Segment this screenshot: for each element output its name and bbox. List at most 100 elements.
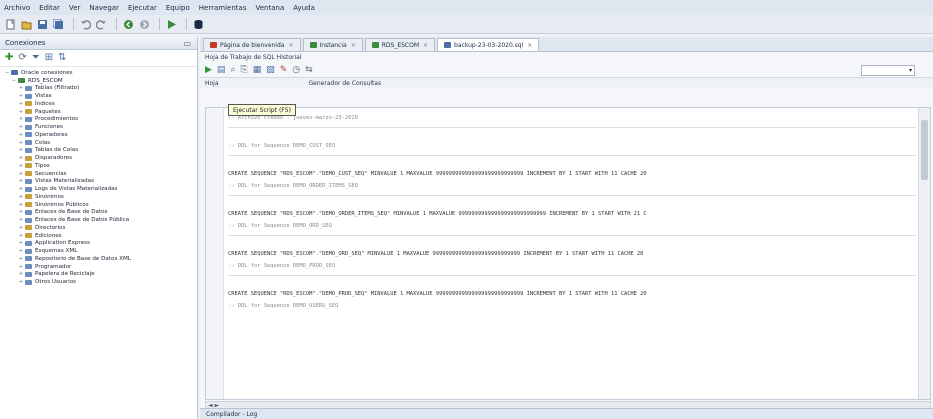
sync-icon[interactable]: ⇅ <box>58 53 66 63</box>
tree-node[interactable]: + Vistas Materializadas <box>0 178 197 186</box>
tree-node[interactable]: + Operadores <box>0 131 197 139</box>
tree-node[interactable]: + Esquemas XML <box>0 247 197 255</box>
menu-item-1[interactable]: Editar <box>39 4 60 12</box>
tree-expander-icon[interactable]: + <box>18 132 24 138</box>
refresh-icon[interactable]: ⟳ <box>18 53 26 63</box>
tree-expander-icon[interactable]: − <box>4 70 10 76</box>
autotrace-icon[interactable]: ⎘ <box>240 65 247 75</box>
tree-node[interactable]: + Paquetes <box>0 108 197 116</box>
tree-expander-icon[interactable]: + <box>18 178 24 184</box>
tree-expander-icon[interactable]: + <box>18 225 24 231</box>
close-icon[interactable]: × <box>351 42 356 49</box>
clear-icon[interactable]: ✎ <box>280 65 288 75</box>
tree-expander-icon[interactable]: + <box>18 271 24 277</box>
undo-icon[interactable] <box>79 18 91 30</box>
subtab-worksheet[interactable]: Hoja <box>205 80 219 87</box>
save-all-icon[interactable] <box>52 18 64 30</box>
explain-icon[interactable]: ⌕ <box>230 65 235 75</box>
menu-item-7[interactable]: Ventana <box>255 4 284 12</box>
tree-node[interactable]: + Sinónimos <box>0 193 197 201</box>
filter-icon[interactable]: ⏷ <box>32 53 40 63</box>
new-icon[interactable] <box>4 18 16 30</box>
tree-node[interactable]: + Funciones <box>0 123 197 131</box>
tree-expander-icon[interactable]: + <box>18 171 24 177</box>
code-content[interactable]: -- Archivo creado - jueves-marzo-23-2020… <box>228 112 916 312</box>
menu-item-2[interactable]: Ver <box>69 4 80 12</box>
open-icon[interactable] <box>20 18 32 30</box>
tree-expander-icon[interactable]: + <box>18 186 24 192</box>
tree-node[interactable]: + Enlaces de Base de Datos Pública <box>0 216 197 224</box>
back-icon[interactable] <box>122 18 134 30</box>
close-icon[interactable]: × <box>288 42 293 49</box>
close-icon[interactable]: × <box>527 42 532 49</box>
scrollbar-thumb[interactable] <box>921 120 928 180</box>
panel-minimize-icon[interactable]: ▭ <box>183 39 191 48</box>
tree-node[interactable]: + Ediciones <box>0 232 197 240</box>
code-editor[interactable]: -- Archivo creado - jueves-marzo-23-2020… <box>205 107 931 400</box>
tree-expander-icon[interactable]: + <box>18 256 24 262</box>
tree-node[interactable]: + Tablas de Colas <box>0 147 197 155</box>
tree-expander-icon[interactable]: + <box>18 85 24 91</box>
tree-node[interactable]: + Tablas (Filtrado) <box>0 85 197 93</box>
document-tab[interactable]: Página de bienvenida × <box>203 38 301 51</box>
tree-expander-icon[interactable]: + <box>18 194 24 200</box>
forward-icon[interactable] <box>138 18 150 30</box>
tree-expander-icon[interactable]: + <box>18 264 24 270</box>
tree-node[interactable]: + Tipos <box>0 162 197 170</box>
tree-node[interactable]: + Directorios <box>0 224 197 232</box>
tree-expander-icon[interactable]: + <box>18 240 24 246</box>
tree-expander-icon[interactable]: + <box>18 155 24 161</box>
subtab-query-builder[interactable]: Generador de Consultas <box>309 80 382 87</box>
add-connection-icon[interactable]: ✚ <box>5 53 13 63</box>
tree-node[interactable]: + Application Express <box>0 240 197 248</box>
tree-node[interactable]: + Sinónimos Públicos <box>0 201 197 209</box>
tree-expander-icon[interactable]: + <box>18 140 24 146</box>
menu-item-8[interactable]: Ayuda <box>293 4 315 12</box>
tree-node[interactable]: + Logs de Vistas Materializadas <box>0 185 197 193</box>
commit-icon[interactable]: ▦ <box>253 65 262 75</box>
tree-expander-icon[interactable]: + <box>18 93 24 99</box>
run-script-icon[interactable]: ▤ <box>217 65 226 75</box>
tree-expander-icon[interactable]: + <box>18 248 24 254</box>
document-tab[interactable]: backup-23-03-2020.sql × <box>437 38 540 51</box>
tree-node[interactable]: + Otros Usuarios <box>0 278 197 286</box>
tree-node[interactable]: + Programador <box>0 263 197 271</box>
tree-node[interactable]: + Papelera de Reciclaje <box>0 271 197 279</box>
tree-expander-icon[interactable]: + <box>18 124 24 130</box>
tree-node[interactable]: + Secuencias <box>0 170 197 178</box>
tree-expander-icon[interactable]: + <box>18 202 24 208</box>
rollback-icon[interactable]: ▧ <box>266 65 275 75</box>
tree-node[interactable]: + Procedimientos <box>0 116 197 124</box>
document-tab[interactable]: RDS_ESCOM × <box>364 38 436 51</box>
log-panel-title[interactable]: Compilador - Log <box>206 411 257 418</box>
vertical-scrollbar[interactable] <box>918 108 930 399</box>
tree-node[interactable]: + Repositorio de Base de Datos XML <box>0 255 197 263</box>
tree-expander-icon[interactable]: − <box>11 78 17 84</box>
tree-expander-icon[interactable]: + <box>18 109 24 115</box>
schema-icon[interactable]: ⊞ <box>45 53 53 63</box>
tree-expander-icon[interactable]: + <box>18 163 24 169</box>
document-tab[interactable]: Instancia × <box>302 38 363 51</box>
run-icon[interactable] <box>165 18 177 30</box>
menu-item-3[interactable]: Navegar <box>89 4 119 12</box>
history-icon[interactable]: ◷ <box>292 65 300 75</box>
tree-node[interactable]: − Oracle conexiones <box>0 69 197 77</box>
redo-icon[interactable] <box>95 18 107 30</box>
menu-item-5[interactable]: Equipo <box>166 4 190 12</box>
close-icon[interactable]: × <box>423 42 428 49</box>
connection-select[interactable]: ▾ <box>861 65 915 76</box>
db-icon[interactable] <box>192 18 204 30</box>
menu-item-4[interactable]: Ejecutar <box>128 4 157 12</box>
tree-node[interactable]: + Enlaces de Base de Datos <box>0 209 197 217</box>
tree-node[interactable]: + Disparadores <box>0 154 197 162</box>
tree-expander-icon[interactable]: + <box>18 209 24 215</box>
tree-expander-icon[interactable]: + <box>18 147 24 153</box>
menu-item-0[interactable]: Archivo <box>4 4 30 12</box>
tree-node[interactable]: − RDS_ESCOM <box>0 77 197 85</box>
tree-node[interactable]: + Colas <box>0 139 197 147</box>
tree-expander-icon[interactable]: + <box>18 279 24 285</box>
tree-node[interactable]: + Vistas <box>0 92 197 100</box>
format-icon[interactable]: ⇆ <box>305 65 313 75</box>
tree-expander-icon[interactable]: + <box>18 217 24 223</box>
run-statement-icon[interactable]: ▶ <box>205 65 212 75</box>
